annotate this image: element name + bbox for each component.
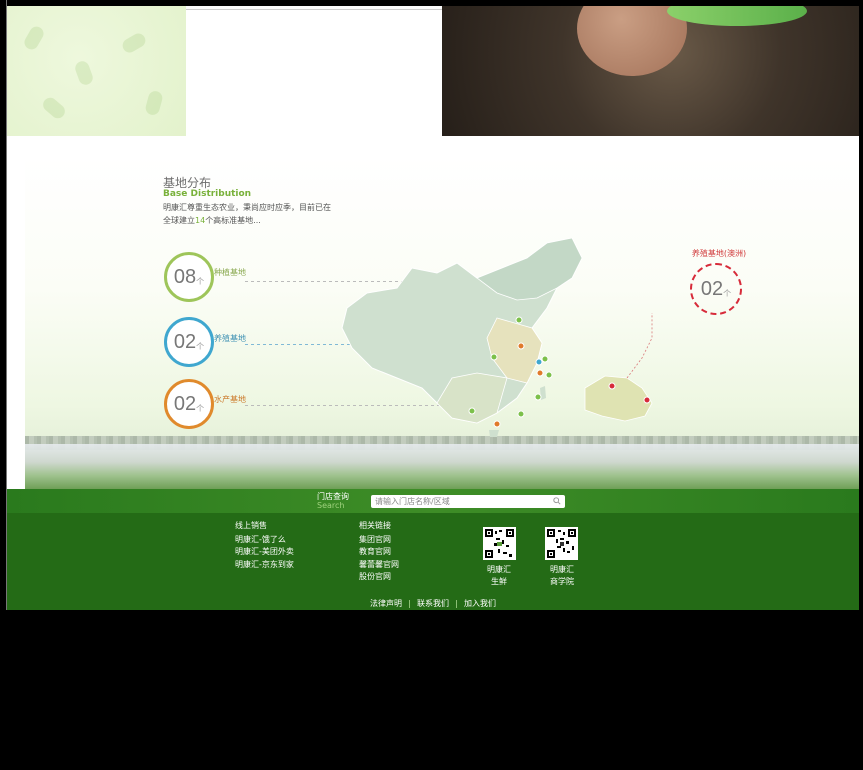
overseas-base-count: 02 [700,277,724,300]
qr-caption-academy: 明康汇 商学院 [537,564,587,588]
map-marker-icon [490,353,498,361]
store-search-label: 门店查询 Search [317,492,349,510]
map-marker-icon [468,407,476,415]
hero-banner-soil [442,6,859,136]
map-marker-icon [493,420,501,428]
online-sales-column: 线上销售 明康汇-饿了么 明康汇-美团外卖 明康汇-京东到家 [235,520,294,571]
search-icon[interactable] [553,497,561,505]
australia-shape [584,375,653,422]
qr-code-academy [547,529,576,558]
distribution-map [341,238,653,437]
divider [409,599,410,608]
hero-banner-vegetables [7,6,186,136]
map-marker-icon [534,393,542,401]
store-search-title-en: Search [317,501,345,510]
link-jd-daojia[interactable]: 明康汇-京东到家 [235,559,294,572]
planting-base-label: 种植基地 [214,268,246,277]
qr-caption-line: 明康汇 [487,565,511,574]
greenhouse-field-image [25,444,859,489]
unit-label: 个 [196,341,205,351]
map-marker-icon [535,358,543,366]
planting-base-circle[interactable]: 08 个 [164,252,214,302]
link-eleme[interactable]: 明康汇-饿了么 [235,534,294,547]
hand-image [577,6,687,76]
qr-code-icon [545,527,578,560]
map-marker-icon [515,316,523,324]
unit-label: 个 [196,403,205,413]
qr-code-fresh [485,529,514,558]
desc-line-1: 明康汇尊重生态农业，秉尚应时应季，目前已在 [163,203,331,212]
breeding-base-label: 养殖基地 [214,334,246,343]
desc-line-2: 全球建立14个高标准基地... [163,214,363,227]
store-search-title: 门店查询 [317,492,349,501]
breeding-base-circle[interactable]: 02 个 [164,317,214,367]
related-links-heading: 相关链接 [359,521,391,530]
overseas-base-title: 养殖基地(澳洲) [691,249,747,258]
map-marker-icon [643,396,651,404]
link-education-site[interactable]: 教育官网 [359,546,399,559]
store-search-bar: 门店查询 Search [7,489,859,513]
link-xinleixin-site[interactable]: 馨蕾馨官网 [359,559,399,572]
screen-frame: 基地分布 Base Distribution 明康汇尊重生态农业，秉尚应时应季，… [0,0,863,770]
section-description: 明康汇尊重生态农业，秉尚应时应季，目前已在 全球建立14个高标准基地... [163,201,363,227]
qr-caption-line: 生鲜 [491,577,507,586]
qr-caption-line: 明康汇 [550,565,574,574]
aquatic-base-circle[interactable]: 02 个 [164,379,214,429]
aquatic-base-label: 水产基地 [214,395,246,404]
qr-caption-line: 商学院 [550,577,574,586]
link-group-site[interactable]: 集团官网 [359,534,399,547]
store-search-input[interactable] [375,497,545,506]
link-shares-site[interactable]: 股份官网 [359,571,399,584]
breeding-base-count: 02 [173,330,197,353]
desc-suffix: 个高标准基地... [205,216,261,225]
map-marker-icon [545,371,553,379]
store-search-box[interactable] [371,495,565,508]
online-sales-heading: 线上销售 [235,521,267,530]
map-marker-icon [608,382,616,390]
qr-code-icon [483,527,516,560]
section-subtitle: Base Distribution [163,189,252,199]
footer: 门店查询 Search 线上销售 明康汇-饿了么 明康汇-美团外卖 明康汇-京东… [7,489,859,610]
aquatic-base-count: 02 [173,392,197,415]
link-contact[interactable]: 联系我们 [417,599,449,608]
related-links-column: 相关链接 集团官网 教育官网 馨蕾馨官网 股份官网 [359,520,399,584]
planting-base-count: 08 [173,265,197,288]
map-marker-icon [517,410,525,418]
footer-bottom-links: 法律声明 联系我们 加入我们 [7,598,859,609]
divider [456,599,457,608]
page: 基地分布 Base Distribution 明康汇尊重生态农业，秉尚应时应季，… [7,6,859,610]
map-marker-icon [536,369,544,377]
desc-prefix: 全球建立 [163,216,195,225]
overseas-base-circle[interactable]: 02 个 [690,263,742,315]
australia-leader [626,313,653,379]
link-legal[interactable]: 法律声明 [370,599,402,608]
map-marker-icon [541,355,549,363]
link-join[interactable]: 加入我们 [464,599,496,608]
hainan-shape [489,430,499,437]
qr-caption-fresh: 明康汇 生鲜 [474,564,524,588]
link-meituan[interactable]: 明康汇-美团外卖 [235,546,294,559]
unit-label: 个 [723,288,732,298]
map-marker-icon [517,342,525,350]
desc-count: 14 [195,216,206,225]
unit-label: 个 [196,276,205,286]
seedling-image [667,6,807,26]
